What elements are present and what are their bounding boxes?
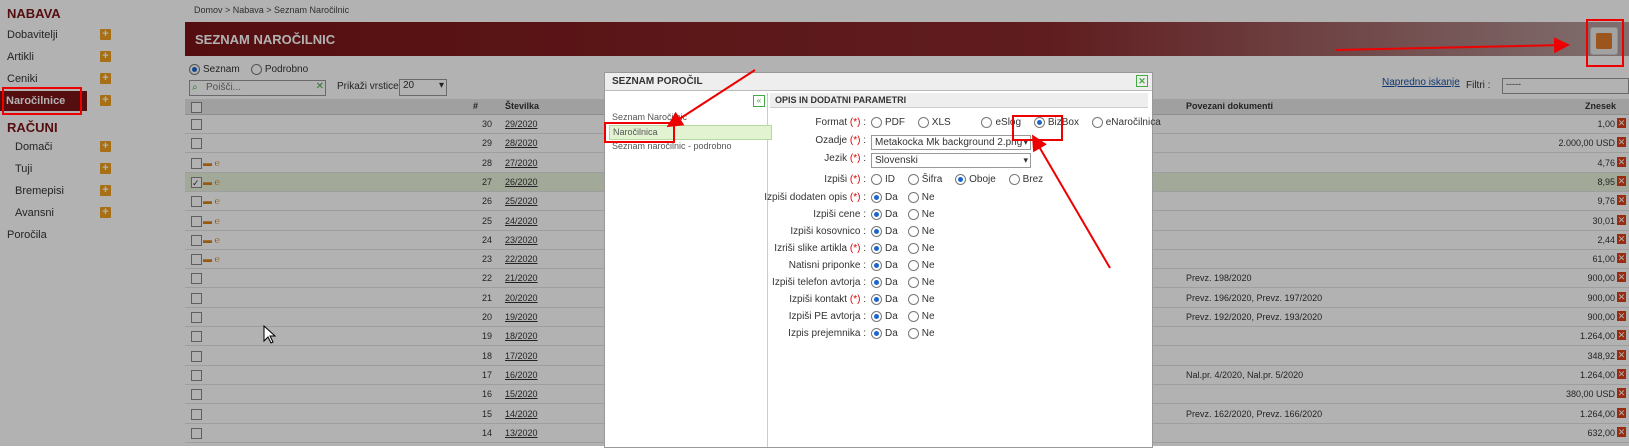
arrow-to-report (666, 69, 756, 128)
mouse-cursor-icon (263, 325, 277, 344)
annotation-arrows (666, 37, 1570, 269)
arrow-to-print (1335, 37, 1570, 54)
arrow-to-bizbox (1031, 134, 1111, 269)
